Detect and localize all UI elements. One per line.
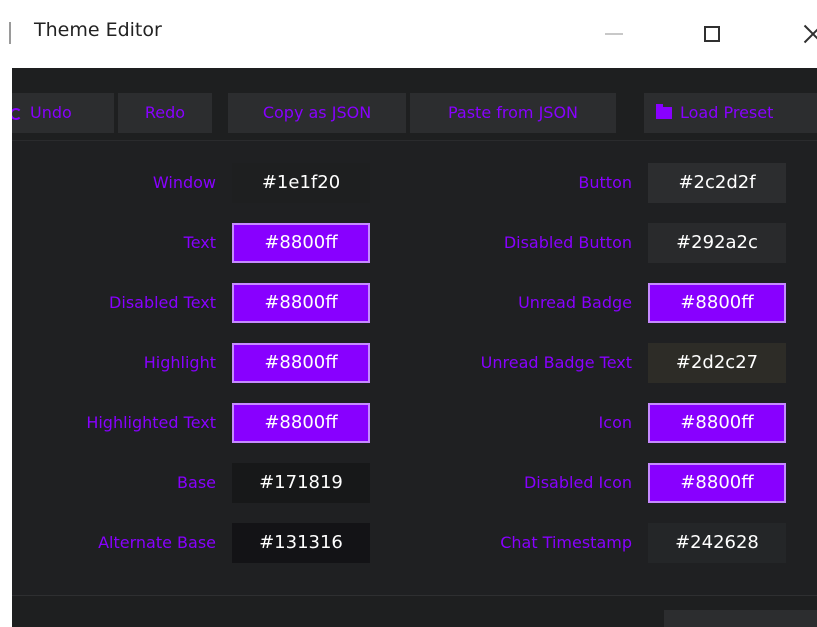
copy-as-json-button[interactable]: Copy as JSON xyxy=(228,93,406,133)
color-swatch-button[interactable]: #8800ff xyxy=(648,283,786,323)
color-row-chat-timestamp: Chat Timestamp #242628 xyxy=(12,523,817,563)
color-swatch-button[interactable]: #292a2c xyxy=(648,223,786,263)
undo-icon xyxy=(12,108,22,120)
redo-label: Redo xyxy=(144,103,186,122)
background-window-mark xyxy=(9,22,11,44)
color-swatch-button[interactable]: #2c2d2f xyxy=(648,163,786,203)
screen: Theme Editor Undo Redo Copy as JSON Past… xyxy=(0,0,817,627)
undo-button[interactable]: Undo xyxy=(12,93,114,133)
title-bar[interactable]: Theme Editor xyxy=(12,0,817,68)
color-label: Unread Badge xyxy=(518,293,632,312)
color-label: Button xyxy=(578,173,632,192)
paste-from-json-button[interactable]: Paste from JSON xyxy=(410,93,616,133)
color-fields-panel: Window #1e1f20 Text #8800ff Disabled Tex… xyxy=(12,141,817,595)
folder-icon xyxy=(656,104,672,119)
color-row-unread-badge-text: Unread Badge Text #2d2c27 xyxy=(12,343,817,383)
load-preset-button[interactable]: Load Preset xyxy=(644,93,817,133)
color-label: Chat Timestamp xyxy=(500,533,632,552)
color-label: Icon xyxy=(598,413,632,432)
footer-bar xyxy=(12,596,817,627)
theme-editor-window: Theme Editor Undo Redo Copy as JSON Past… xyxy=(12,0,817,627)
color-label: Unread Badge Text xyxy=(480,353,632,372)
maximize-icon xyxy=(704,26,720,42)
footer-button[interactable] xyxy=(664,610,817,627)
color-label: Disabled Icon xyxy=(523,473,632,492)
color-swatch-button[interactable]: #8800ff xyxy=(648,403,786,443)
color-row-disabled-button: Disabled Button #292a2c xyxy=(12,223,817,263)
color-swatch-button[interactable]: #8800ff xyxy=(648,463,786,503)
load-preset-label: Load Preset xyxy=(680,103,774,122)
maximize-button[interactable] xyxy=(682,10,742,58)
color-row-unread-badge: Unread Badge #8800ff xyxy=(12,283,817,323)
minimize-button[interactable] xyxy=(584,10,644,58)
close-button[interactable] xyxy=(782,10,817,58)
editor-body: Undo Redo Copy as JSON Paste from JSON L… xyxy=(12,68,817,627)
color-swatch-button[interactable]: #2d2c27 xyxy=(648,343,786,383)
undo-label: Undo xyxy=(30,103,72,122)
paste-from-json-label: Paste from JSON xyxy=(447,103,579,122)
color-row-icon: Icon #8800ff xyxy=(12,403,817,443)
minimize-icon xyxy=(605,33,623,35)
color-row-button: Button #2c2d2f xyxy=(12,163,817,203)
background-window-edge xyxy=(0,0,12,627)
copy-as-json-label: Copy as JSON xyxy=(262,103,372,122)
toolbar: Undo Redo Copy as JSON Paste from JSON L… xyxy=(12,68,817,140)
color-label: Disabled Button xyxy=(503,233,632,252)
redo-button[interactable]: Redo xyxy=(118,93,212,133)
window-title: Theme Editor xyxy=(34,19,162,41)
color-row-disabled-icon: Disabled Icon #8800ff xyxy=(12,463,817,503)
color-swatch-button[interactable]: #242628 xyxy=(648,523,786,563)
close-icon xyxy=(802,23,817,45)
